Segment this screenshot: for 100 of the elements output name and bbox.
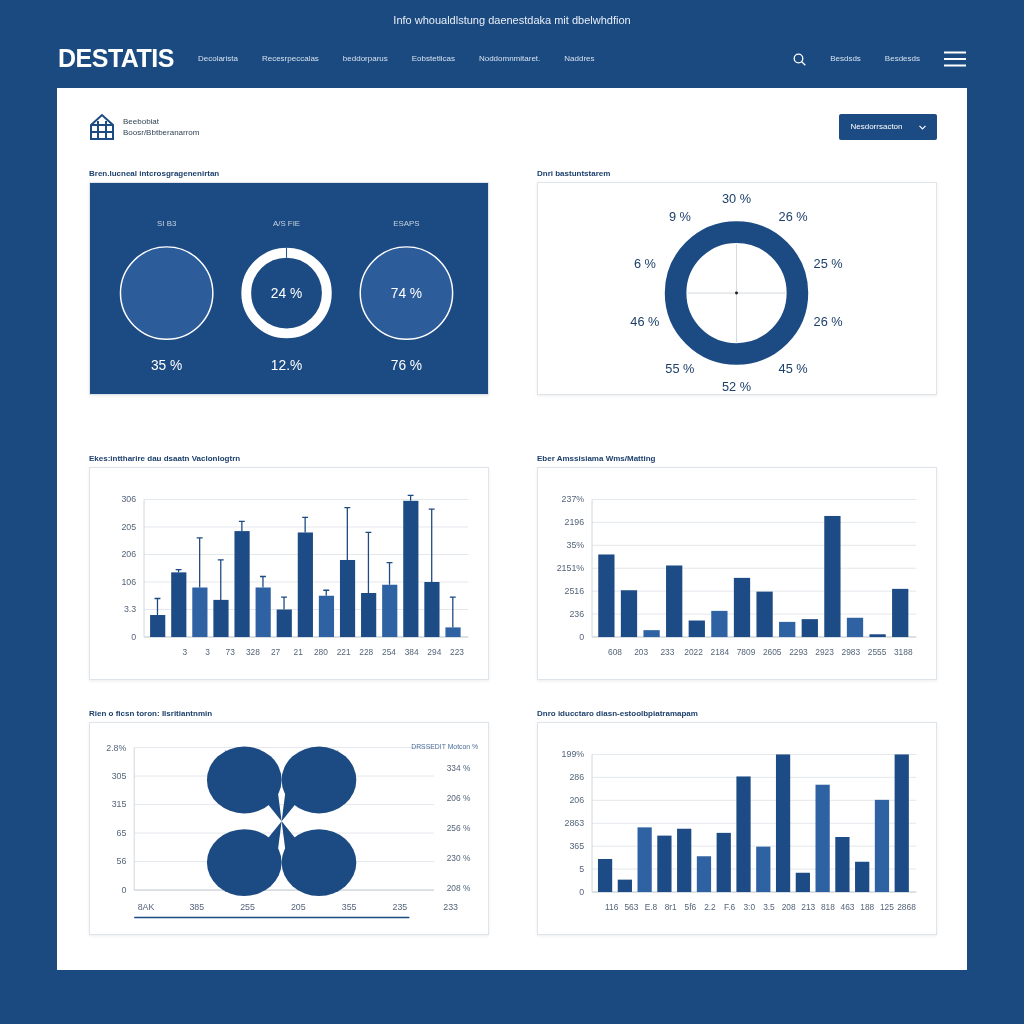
axis-label: 2605 bbox=[762, 646, 782, 657]
axis-label: 2923 bbox=[815, 646, 834, 657]
error-bar bbox=[259, 575, 267, 589]
axis-label: 2184 bbox=[710, 646, 730, 657]
axis-label: 3188 bbox=[893, 646, 913, 657]
data-label: 52 % bbox=[721, 379, 752, 395]
bar bbox=[643, 630, 660, 638]
bar bbox=[171, 572, 187, 638]
axis-label: 0 bbox=[579, 886, 585, 897]
bar bbox=[617, 879, 632, 893]
value-label: 24 % bbox=[270, 286, 303, 301]
axis-label: 384 bbox=[404, 646, 419, 657]
axis-label: 463 bbox=[840, 901, 855, 912]
axis-label: 385 bbox=[189, 901, 205, 912]
nav-link[interactable]: Besdesds bbox=[884, 53, 920, 65]
logo[interactable]: DESTATIS bbox=[58, 40, 174, 78]
axis-label: 0 bbox=[131, 631, 137, 642]
error-bar bbox=[343, 507, 351, 561]
bar bbox=[869, 634, 886, 638]
data-label: 25 % bbox=[813, 255, 843, 271]
nav-link[interactable]: Naddres bbox=[564, 53, 595, 65]
data-label: 9 % bbox=[668, 208, 691, 224]
axis-label: 3:0 bbox=[743, 901, 756, 912]
axis-label: 203 bbox=[634, 646, 649, 657]
axis-label: 199% bbox=[561, 749, 585, 760]
axis-label: 188 bbox=[860, 901, 875, 912]
axis-label: 2293 bbox=[789, 646, 808, 657]
chart-title: Ekes:inttharire dau dsaatn Vaclonlogtrn bbox=[89, 453, 242, 465]
axis-label: 255 bbox=[240, 901, 255, 912]
axis-label: 3.3 bbox=[123, 604, 137, 615]
nav-link[interactable]: Recesrpeccalas bbox=[261, 53, 319, 65]
axis-label: 563 bbox=[624, 901, 639, 912]
bar bbox=[855, 861, 870, 893]
bar bbox=[677, 828, 692, 893]
value-label: 12.% bbox=[270, 357, 303, 373]
bar bbox=[424, 582, 440, 638]
axis-label: 65 bbox=[116, 828, 127, 838]
value-label: 74 % bbox=[390, 286, 423, 301]
chart-title: Dnro iducctaro diasn-estoolbpiatramapam bbox=[537, 708, 699, 720]
axis-label: 221 bbox=[336, 646, 351, 657]
axis-label: 205 bbox=[290, 901, 306, 912]
search-icon[interactable] bbox=[793, 52, 807, 66]
chart-title: Bren.lucneal intcrosgragenenirtan bbox=[89, 168, 221, 180]
nav-link[interactable]: Besdsds bbox=[830, 53, 861, 65]
axis-label: 2863 bbox=[564, 818, 585, 829]
error-bar bbox=[196, 537, 204, 589]
data-label: 26 % bbox=[813, 314, 843, 330]
nav-link[interactable]: Noddomnmitaret. bbox=[478, 53, 541, 65]
error-bar bbox=[301, 516, 309, 534]
data-label: 45 % bbox=[778, 361, 808, 377]
axis-label: 2555 bbox=[867, 646, 887, 657]
bar bbox=[150, 615, 166, 638]
menu-icon[interactable] bbox=[944, 51, 966, 67]
data-label: 30 % bbox=[721, 190, 752, 206]
data-label: 6 % bbox=[633, 255, 656, 271]
axis-label: 205 bbox=[121, 521, 137, 532]
axis-label: 21 bbox=[293, 646, 303, 657]
axis-label: 235 bbox=[392, 901, 408, 912]
axis-label: 2868 bbox=[897, 901, 916, 912]
nav-link[interactable]: beddorparus bbox=[342, 53, 388, 65]
bar bbox=[255, 587, 271, 638]
axis-label: 294 bbox=[427, 646, 442, 657]
dropdown-button[interactable]: Nesdorrsacton bbox=[839, 114, 937, 140]
bar bbox=[688, 620, 705, 638]
error-bar bbox=[280, 596, 288, 611]
axis-label: F.6 bbox=[724, 901, 736, 912]
error-bar bbox=[385, 562, 394, 586]
axis-label: 3 bbox=[182, 646, 188, 657]
axis-label: 280 bbox=[314, 646, 328, 657]
error-bar bbox=[238, 520, 246, 532]
bar bbox=[801, 619, 818, 638]
axis-label: 2.8% bbox=[106, 742, 127, 753]
circle-label: A/S FIE bbox=[273, 219, 301, 229]
axis-label: 8r1 bbox=[664, 901, 677, 912]
axis-label: 0 bbox=[579, 631, 585, 642]
bar bbox=[382, 584, 398, 638]
bar bbox=[276, 609, 292, 638]
axis-label: 286 bbox=[569, 772, 585, 783]
chevron-icon bbox=[918, 124, 926, 130]
nav-link[interactable]: Decolarista bbox=[197, 53, 238, 65]
axis-label: 233 bbox=[443, 901, 458, 912]
axis-label: 5 bbox=[579, 864, 585, 875]
panel-label: Beebobiat bbox=[123, 115, 161, 127]
chart-title: Eber Amssisiama Wms/Matting bbox=[537, 453, 657, 465]
axis-label: 334 % bbox=[446, 763, 471, 774]
nav-link[interactable]: Eobstetlicas bbox=[411, 53, 455, 65]
bar bbox=[756, 591, 773, 638]
axis-label: 256 % bbox=[446, 823, 471, 834]
axis-label: 237% bbox=[561, 494, 585, 505]
axis-label: 106 bbox=[121, 576, 137, 587]
axis-label: 233 bbox=[660, 646, 675, 657]
data-label: 46 % bbox=[630, 314, 660, 330]
error-bar bbox=[153, 597, 162, 616]
panel-subtitle: Boosr/Bbtberanarrom bbox=[123, 127, 200, 139]
axis-label: 2516 bbox=[564, 586, 585, 597]
bar bbox=[361, 593, 377, 638]
axis-label: 365 bbox=[569, 841, 585, 852]
axis-label: 2983 bbox=[841, 646, 861, 657]
data-label: 26 % bbox=[778, 208, 808, 224]
axis-label: 35% bbox=[566, 540, 585, 551]
